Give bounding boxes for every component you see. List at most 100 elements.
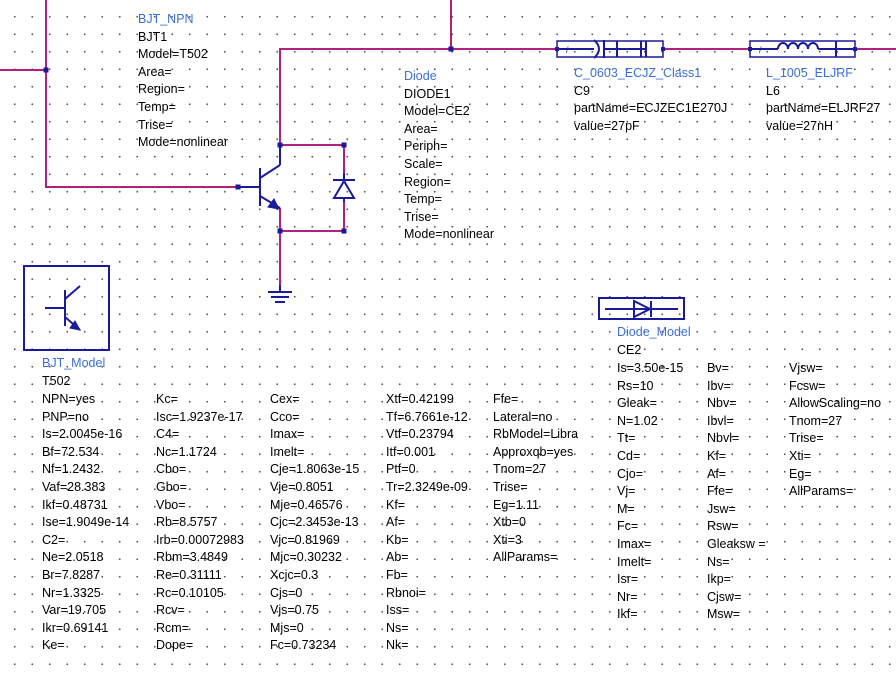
model-param: Imelt= [270,444,305,459]
bjt-instance-name: BJT1 [138,29,168,44]
model-param: Vje=0.8051 [270,479,334,494]
junction-dot [341,142,347,148]
model-param: Re=0.31111 [156,567,222,582]
bjt-model-param-column: Cex= Cco= Imax= Imelt= Cje=1.8063e-15 Vj… [270,391,359,655]
model-param: Rs=10 [617,378,654,393]
model-param: Rc=0.10105 [156,585,224,600]
model-param: Ab= [386,550,409,565]
model-param: Tt= [617,431,636,446]
model-param: Cjs=0 [270,585,303,600]
diode-param: Model=CE2 [404,104,470,119]
model-param: Af= [707,466,727,481]
model-param: Vbo= [156,497,186,512]
diode-param: Scale= [404,156,443,171]
model-param: Kc= [156,392,178,406]
model-param: Ffe= [707,484,733,499]
inductor-type-label: L_1005_ELJRF [766,66,853,80]
model-param: Mje=0.46576 [270,497,343,512]
inductor-icon[interactable]: / [748,40,857,58]
bjt-param: Model=T502 [138,47,208,62]
junction-dot [43,67,49,73]
model-param: Cjsw= [707,589,742,604]
model-param: Vj= [617,484,636,499]
bjt-param: Temp= [138,99,176,114]
model-param: NPN=yes [42,392,96,406]
bjt-model-param-column: NPN=yes PNP=no Is=2.0045e-16 Bf=72.534 N… [42,391,129,655]
model-param: Fc= [617,519,639,534]
model-param: Fc=0.73234 [270,638,337,653]
capacitor-type-label: C_0603_ECJZ_Class1 [574,66,702,80]
model-param: Nf=1.2432 [42,462,101,477]
inductor-label[interactable]: L_1005_ELJRF L6 partName=ELJRF27 value=2… [766,65,896,135]
diode-param: Region= [404,174,451,189]
wire-diode-bottom[interactable] [280,202,345,232]
model-param: C4= [156,427,180,442]
diode-model-header[interactable]: Diode_Model CE2 [617,324,691,359]
model-param: Tf=6.7661e-12 [386,409,468,424]
model-param: Fcsw= [789,378,826,393]
model-param: Var=19.705 [42,603,107,618]
model-param: Eg=1.11 [493,497,539,512]
diode-param: Mode=nonlinear [404,227,494,242]
model-param: Is=2.0045e-16 [42,427,123,442]
model-param: Vtf=0.23794 [386,427,454,442]
model-param: Cex= [270,392,300,406]
model-param: Kf= [386,497,406,512]
model-param: C2= [42,532,66,547]
model-param: Lateral=no [493,409,553,424]
bjt-type-label: BJT_NPN [138,12,194,26]
bjt-model-icon[interactable] [23,265,110,351]
model-param: Vjsw= [789,361,823,375]
model-param: Ikf=0.48731 [42,497,108,512]
bjt-param: Region= [138,82,185,97]
model-param: Isc=1.9237e-17 [156,409,243,424]
model-param: Approxqb=yes [493,444,574,459]
model-param: Mjc=0.30232 [270,550,342,565]
diode-instance-label[interactable]: Diode DIODE1 Model=CE2 Area= Periph= Sca… [404,68,494,244]
bjt-model-header[interactable]: BJT_Model T502 [42,355,105,390]
junctions [43,46,454,234]
model-param: Tr=2.3249e-09 [386,479,468,494]
model-param: Ibv= [707,378,731,393]
model-param: Imelt= [617,554,652,569]
model-param: Cjc=2.3453e-13 [270,515,359,530]
bjt-npn-icon[interactable] [238,145,281,210]
model-param: Vaf=28.383 [42,479,106,494]
inductor-name: L6 [766,83,780,98]
model-param: Nbvl= [707,431,740,446]
ground-icon[interactable] [268,285,292,303]
model-param: PNP=no [42,409,89,424]
diode-model-type-label: Diode_Model [617,325,691,339]
model-param: Nr=1.3325 [42,585,101,600]
model-param: Bf=72.534 [42,444,100,459]
bjt-model-param-column: Kc= Isc=1.9237e-17 C4= Nc=1.1724 Cbo= Gb… [156,391,244,655]
model-param: AllParams= [789,484,854,499]
diode-instance-name: DIODE1 [404,86,451,101]
model-param: Cbo= [156,462,187,477]
capacitor-param: partName=ECJZEC1E270J [574,101,728,116]
diode-icon[interactable] [332,173,356,202]
diode-type-label: Diode [404,69,437,83]
model-param: Af= [386,515,406,530]
wire-diode-top[interactable] [280,144,345,173]
model-param: Gleaksw = [707,536,766,551]
model-param: Ikr=0.69141 [42,620,109,635]
diode-model-icon[interactable] [598,297,685,320]
model-param: Fb= [386,567,408,582]
model-param: Dope= [156,638,194,653]
model-param: Tnom=27 [493,462,547,477]
model-param: Nc=1.1724 [156,444,217,459]
model-param: Ibvl= [707,413,734,428]
diode-model-param-column: Vjsw= Fcsw= AllowScaling=no Tnom=27 Tris… [789,360,896,501]
model-param: Jsw= [707,501,736,516]
diode-param: Periph= [404,139,448,154]
capacitor-icon[interactable]: / [555,39,665,59]
model-param: Nr= [617,589,638,604]
diode-model-param-column: Is=3.50e-15 Rs=10 Gleak= N=1.02 Tt= Cd= … [617,360,683,624]
model-param: Imax= [617,536,652,551]
schematic-canvas[interactable]: / / BJT_NPN BJT1 Model=T502 Area= Region… [0,0,896,678]
model-param: Bv= [707,361,729,375]
capacitor-label[interactable]: C_0603_ECJZ_Class1 C9 partName=ECJZEC1E2… [574,65,727,135]
bjt-instance-label[interactable]: BJT_NPN BJT1 Model=T502 Area= Region= Te… [138,11,228,152]
model-param: Imax= [270,427,305,442]
